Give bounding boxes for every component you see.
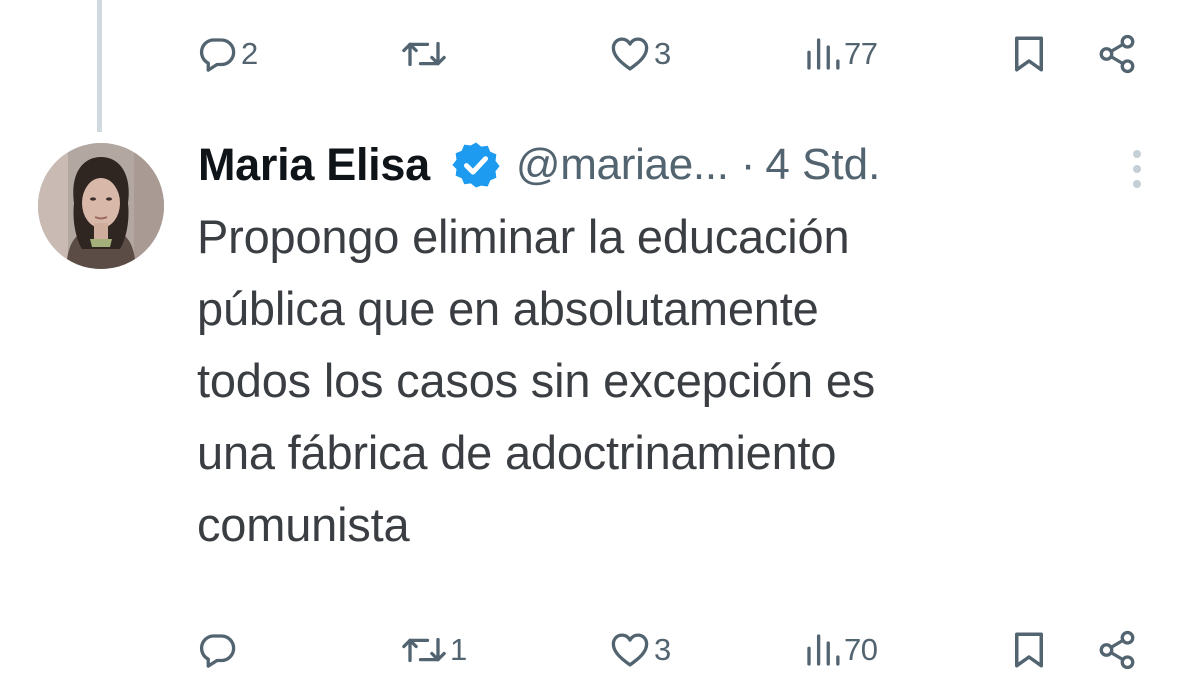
parent-share-button[interactable]: [1096, 28, 1138, 80]
parent-bookmark-button[interactable]: [1011, 28, 1047, 80]
parent-like-count: 3: [654, 36, 671, 71]
retweet-icon: [402, 637, 446, 663]
reply-button[interactable]: [196, 624, 241, 676]
bookmark-icon: [1015, 632, 1043, 668]
views-count: 70: [844, 632, 878, 667]
verified-badge-icon: [452, 142, 500, 188]
like-button[interactable]: 3: [609, 624, 671, 676]
avatar[interactable]: [38, 143, 164, 269]
parent-retweet-button[interactable]: [401, 28, 450, 80]
thread-connector-line: [97, 0, 102, 132]
views-button[interactable]: 70: [805, 624, 878, 676]
share-icon: [1099, 34, 1135, 74]
parent-views-button[interactable]: 77: [805, 28, 878, 80]
tweet-timestamp[interactable]: 4 Std.: [765, 140, 880, 190]
retweet-icon: [402, 41, 446, 67]
retweet-count: 1: [450, 632, 467, 667]
parent-reply-button[interactable]: 2: [196, 28, 258, 80]
share-button[interactable]: [1096, 624, 1138, 676]
retweet-button[interactable]: 1: [401, 624, 467, 676]
heart-icon: [611, 37, 649, 71]
parent-like-button[interactable]: 3: [609, 28, 671, 80]
author-name[interactable]: Maria Elisa: [198, 139, 430, 191]
parent-reply-count: 2: [241, 36, 258, 71]
views-icon: [807, 38, 840, 70]
more-options-icon[interactable]: [1124, 146, 1150, 192]
parent-tweet-action-bar: 2 3 77: [196, 28, 1146, 80]
bookmark-button[interactable]: [1011, 624, 1047, 676]
parent-views-count: 77: [844, 36, 878, 71]
reply-icon: [199, 634, 236, 668]
like-count: 3: [654, 632, 671, 667]
reply-icon: [199, 38, 236, 72]
header-separator: ·: [740, 140, 756, 189]
tweet-header: Maria Elisa @mariae... · 4 Std.: [198, 134, 880, 196]
tweet-text: Propongo eliminar la educación pública q…: [197, 210, 876, 551]
share-icon: [1099, 630, 1135, 670]
bookmark-icon: [1015, 36, 1043, 72]
author-handle[interactable]: @mariae...: [516, 140, 729, 190]
heart-icon: [611, 633, 649, 667]
tweet-action-bar: 1 3 70: [196, 624, 1146, 676]
profile-photo: [38, 143, 164, 269]
views-icon: [807, 634, 840, 666]
